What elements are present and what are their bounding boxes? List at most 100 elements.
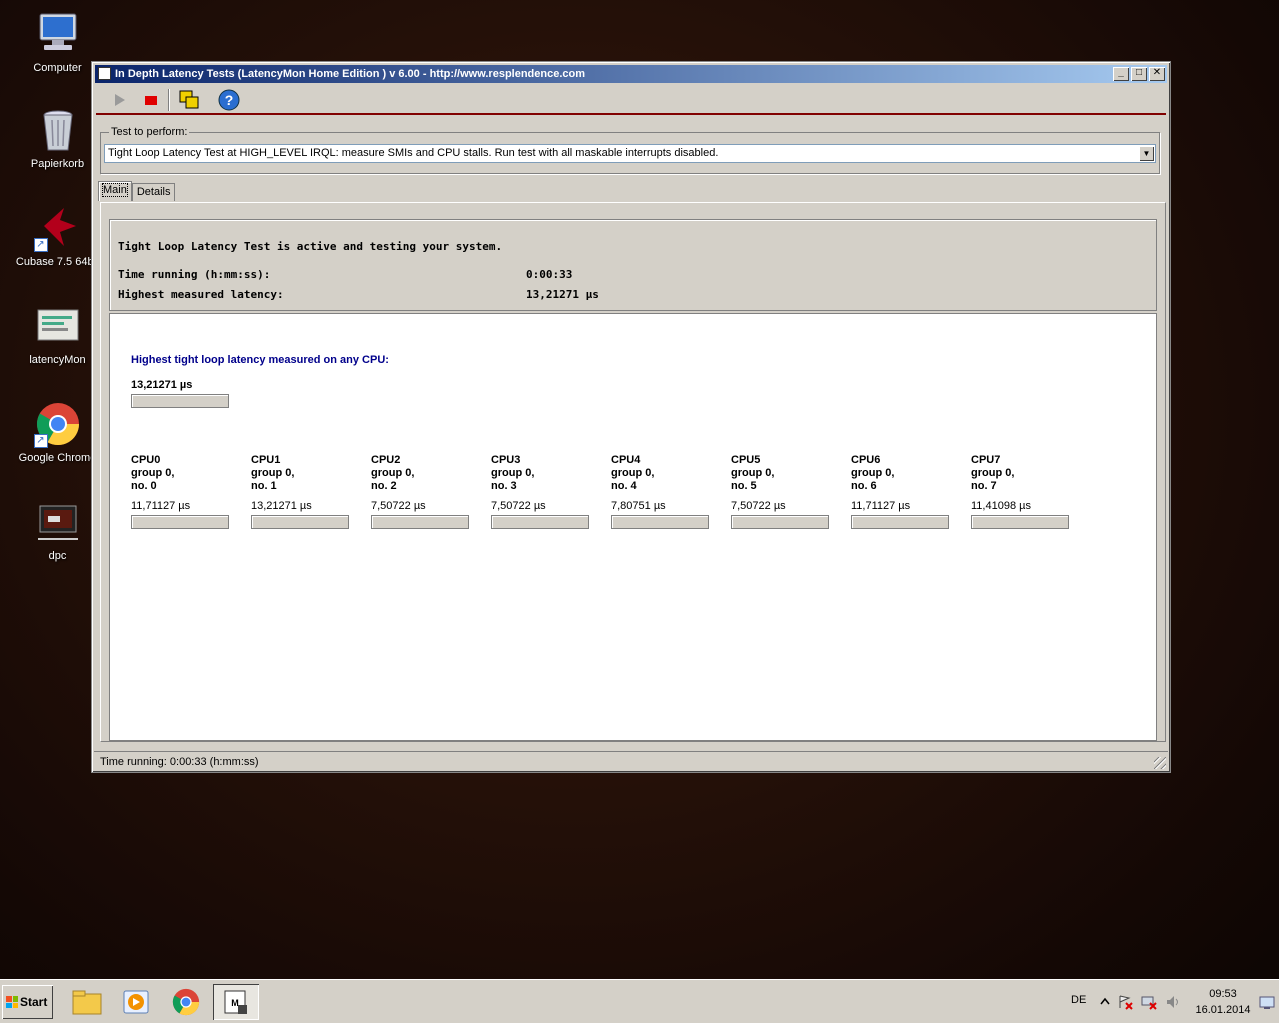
- toolbar: ?: [96, 85, 1166, 115]
- window-titlebar[interactable]: In Depth Latency Tests (LatencyMon Home …: [95, 65, 1167, 83]
- network-icon[interactable]: [1141, 994, 1157, 1010]
- status-line: Tight Loop Latency Test is active and te…: [118, 240, 503, 253]
- cpu-latency-bar: [491, 515, 589, 529]
- test-status-area: Tight Loop Latency Test is active and te…: [109, 219, 1157, 311]
- latencymon-icon: M: [224, 990, 247, 1014]
- stop-button[interactable]: [138, 87, 164, 113]
- time-running-value: 0:00:33: [526, 268, 573, 281]
- copy-windows-button[interactable]: [176, 87, 202, 113]
- status-bar: Time running: 0:00:33 (h:mm:ss): [94, 751, 1168, 771]
- help-icon: ?: [218, 89, 240, 111]
- latencymon-window: In Depth Latency Tests (LatencyMon Home …: [91, 61, 1171, 773]
- latency-pane: Highest tight loop latency measured on a…: [109, 313, 1157, 741]
- taskbar-media-player[interactable]: [113, 984, 159, 1020]
- main-tab-panel: Tight Loop Latency Test is active and te…: [100, 202, 1166, 742]
- cpu-latency-bar: [971, 515, 1069, 529]
- cpu-latency-value: 11,71127 µs: [131, 500, 191, 512]
- cpu-name: CPU0: [131, 454, 161, 466]
- cpu-name: CPU7: [971, 454, 1001, 466]
- windows-logo-icon: [6, 996, 18, 1008]
- cubase-icon: ↗: [33, 204, 82, 252]
- cpu-group: group 0,: [371, 467, 415, 479]
- cpu-number: no. 2: [371, 480, 397, 492]
- stop-icon: [145, 96, 157, 105]
- window-title: In Depth Latency Tests (LatencyMon Home …: [115, 68, 586, 80]
- taskbar-explorer[interactable]: [64, 984, 110, 1020]
- latency-heading: Highest tight loop latency measured on a…: [131, 354, 389, 366]
- cpu-block: CPU4 group 0, no. 4 7,80751 µs: [611, 454, 721, 529]
- tab-main-label: Main: [102, 183, 128, 197]
- close-button[interactable]: ✕: [1149, 67, 1165, 81]
- cpu-latency-value: 7,80751 µs: [611, 500, 666, 512]
- chevron-down-icon[interactable]: ▼: [1139, 146, 1154, 161]
- cpu-group: group 0,: [251, 467, 295, 479]
- cpu-latency-value: 11,71127 µs: [851, 500, 911, 512]
- explorer-icon: [72, 990, 102, 1015]
- cpu-block: CPU7 group 0, no. 7 11,41098 µs: [971, 454, 1081, 529]
- shortcut-arrow-icon: ↗: [33, 434, 48, 448]
- test-select-value: Tight Loop Latency Test at HIGH_LEVEL IR…: [108, 147, 719, 159]
- minimize-button[interactable]: _: [1113, 67, 1129, 81]
- cpu-latency-value: 11,41098 µs: [971, 500, 1031, 512]
- volume-icon[interactable]: [1165, 994, 1181, 1010]
- cpu-latency-bar: [371, 515, 469, 529]
- cpu-latency-value: 7,50722 µs: [731, 500, 786, 512]
- action-center-icon[interactable]: [1117, 994, 1133, 1010]
- cpu-block: CPU6 group 0, no. 6 11,71127 µs: [851, 454, 961, 529]
- computer-icon: [34, 10, 82, 58]
- highest-latency-label: Highest measured latency:: [118, 288, 284, 301]
- cpu-number: no. 0: [131, 480, 157, 492]
- overall-latency-bar: [131, 394, 229, 408]
- copy-windows-icon: [179, 90, 199, 109]
- clock-time[interactable]: 09:53: [1195, 988, 1251, 1000]
- cpu-name: CPU3: [491, 454, 521, 466]
- tab-strip: Main Details: [98, 181, 176, 203]
- cpu-name: CPU5: [731, 454, 761, 466]
- show-desktop-icon[interactable]: [1259, 996, 1275, 1012]
- overall-latency-value: 13,21271 µs: [131, 379, 193, 391]
- tab-details-label: Details: [136, 186, 171, 198]
- latencymon-icon: [34, 302, 82, 350]
- taskbar-chrome[interactable]: [163, 984, 209, 1020]
- test-select[interactable]: Tight Loop Latency Test at HIGH_LEVEL IR…: [104, 144, 1156, 163]
- maximize-button[interactable]: □: [1131, 67, 1147, 81]
- time-running-label: Time running (h:mm:ss):: [118, 268, 271, 281]
- cpu-block: CPU5 group 0, no. 5 7,50722 µs: [731, 454, 841, 529]
- cpu-block: CPU3 group 0, no. 3 7,50722 µs: [491, 454, 601, 529]
- cpu-name: CPU2: [371, 454, 401, 466]
- cpu-name: CPU1: [251, 454, 281, 466]
- test-groupbox: Test to perform: Tight Loop Latency Test…: [100, 126, 1160, 174]
- tab-main[interactable]: Main: [98, 181, 132, 201]
- resize-grip-icon[interactable]: [1154, 757, 1166, 769]
- show-hidden-icons-icon[interactable]: [1097, 994, 1113, 1010]
- start-button[interactable]: Start: [2, 985, 53, 1019]
- cpu-group: group 0,: [731, 467, 775, 479]
- language-indicator[interactable]: DE: [1071, 994, 1086, 1006]
- start-button[interactable]: [106, 87, 132, 113]
- highest-latency-value: 13,21271 µs: [526, 288, 599, 301]
- status-bar-text: Time running: 0:00:33 (h:mm:ss): [100, 756, 259, 768]
- taskbar-latencymon[interactable]: M: [213, 984, 259, 1020]
- help-button[interactable]: ?: [216, 87, 242, 113]
- clock-date[interactable]: 16.01.2014: [1195, 1004, 1251, 1016]
- cpu-block: CPU1 group 0, no. 1 13,21271 µs: [251, 454, 361, 529]
- cpu-group: group 0,: [611, 467, 655, 479]
- cpu-number: no. 5: [731, 480, 757, 492]
- cpu-number: no. 7: [971, 480, 997, 492]
- test-group-label: Test to perform:: [109, 126, 190, 138]
- cpu-latency-bar: [851, 515, 949, 529]
- cpu-number: no. 4: [611, 480, 637, 492]
- svg-text:M: M: [231, 998, 239, 1008]
- cpu-group: group 0,: [491, 467, 535, 479]
- cpu-latency-bar: [731, 515, 829, 529]
- tab-details[interactable]: Details: [131, 183, 176, 201]
- taskbar: Start M DE 09:53 16.01.2014: [0, 979, 1279, 1023]
- cpu-group: group 0,: [131, 467, 175, 479]
- cpu-number: no. 1: [251, 480, 277, 492]
- play-icon: [115, 94, 125, 106]
- recycle-bin-icon: [34, 106, 82, 154]
- svg-text:?: ?: [225, 92, 234, 108]
- media-player-icon: [123, 990, 149, 1014]
- cpu-latency-bar: [131, 515, 229, 529]
- toolbar-separator: [168, 89, 170, 111]
